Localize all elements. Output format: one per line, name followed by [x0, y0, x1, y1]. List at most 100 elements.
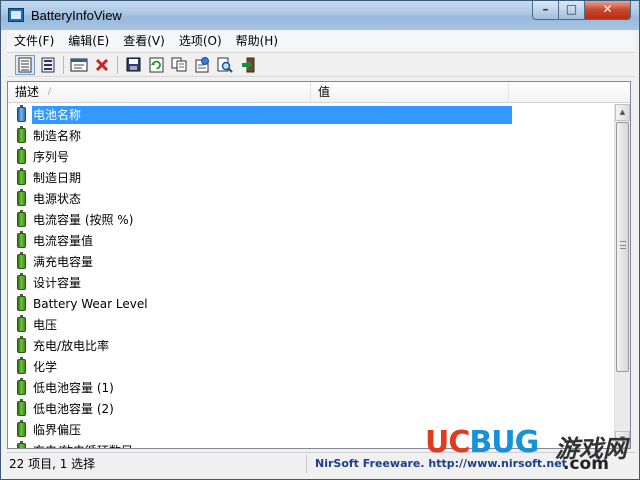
list-item[interactable]: 电流容量 (按照 %): [8, 209, 615, 230]
list-item-label: 电流容量 (按照 %): [33, 212, 134, 227]
exit-button[interactable]: [238, 55, 258, 75]
scroll-up-button[interactable]: ▲: [615, 104, 630, 121]
copy-button[interactable]: [169, 55, 189, 75]
list-item[interactable]: 电压: [8, 314, 615, 335]
list-item-label: 制造日期: [33, 170, 82, 185]
list-item-label: 充电/放电循环数目: [32, 442, 136, 449]
battery-icon: [17, 399, 26, 416]
battery-icon: [17, 294, 26, 311]
find-icon: [217, 57, 233, 73]
menu-help[interactable]: 帮助(H): [229, 31, 285, 51]
delete-button[interactable]: [92, 55, 112, 75]
scrollbar-thumb[interactable]: [616, 122, 629, 372]
battery-icon: [17, 315, 26, 332]
window-title: BatteryInfoView: [31, 8, 122, 23]
battery-log-mode-icon: [41, 57, 55, 72]
battery-icon: [17, 126, 26, 143]
delete-icon: [95, 58, 109, 71]
app-icon: [8, 8, 24, 22]
battery-icon: [17, 441, 26, 448]
vertical-scrollbar[interactable]: ▲ ▼: [614, 104, 630, 448]
battery-icon: [17, 252, 26, 269]
list-item[interactable]: 充电/放电比率: [8, 335, 615, 356]
list-item-label: 电池名称: [32, 105, 512, 124]
watermark-logo: UCBUG: [425, 425, 539, 460]
battery-info-mode-icon: [18, 57, 32, 72]
close-button[interactable]: ✕: [584, 1, 631, 20]
list-item-label: 低电池容量 (1): [33, 380, 114, 395]
menu-file[interactable]: 文件(F): [7, 31, 61, 51]
list-item-label: Battery Wear Level: [33, 296, 148, 311]
list-item-label: 临界偏压: [33, 422, 82, 437]
site-watermark: UCBUG 游戏网 .com: [425, 425, 639, 479]
battery-info-list[interactable]: 描述 / 值 电池名称制造名称序列号制造日期电源状态电流容量 (按照 %) 电流容…: [7, 81, 631, 449]
refresh-icon: [149, 57, 163, 72]
properties-button[interactable]: [69, 55, 89, 75]
list-item-label: 序列号: [33, 149, 70, 164]
list-item-label: 低电池容量 (2): [33, 401, 114, 416]
toolbar: [7, 52, 635, 77]
battery-info-mode-button[interactable]: [15, 54, 35, 75]
toolbar-separator: [63, 55, 64, 74]
save-button[interactable]: [123, 55, 143, 75]
column-header-value[interactable]: 值: [311, 82, 509, 103]
battery-icon: [17, 273, 26, 290]
column-header-description[interactable]: 描述 /: [8, 82, 311, 103]
list-item[interactable]: 电流容量值: [8, 230, 615, 251]
html-report-button[interactable]: [192, 55, 212, 75]
list-item[interactable]: 序列号: [8, 146, 615, 167]
list-item[interactable]: 低电池容量 (2): [8, 398, 615, 419]
battery-icon: [17, 189, 26, 206]
battery-icon: [17, 231, 26, 248]
watermark-bug: BUG: [469, 425, 539, 460]
scrollbar-grip-icon: [620, 241, 626, 249]
battery-icon: [17, 420, 26, 437]
list-item-label: 满充电容量: [33, 254, 94, 269]
status-item-count: 22 项目, 1 选择: [7, 454, 307, 473]
list-item[interactable]: 电池名称: [8, 104, 615, 125]
watermark-com: .com: [563, 454, 609, 474]
list-item-label: 电源状态: [33, 191, 82, 206]
battery-icon: [17, 336, 26, 353]
list-item[interactable]: 满充电容量: [8, 251, 615, 272]
list-item[interactable]: 低电池容量 (1): [8, 377, 615, 398]
list-rows: 电池名称制造名称序列号制造日期电源状态电流容量 (按照 %) 电流容量值满充电容量…: [8, 104, 615, 449]
sort-indicator-icon: /: [48, 87, 52, 97]
battery-icon: [17, 357, 26, 374]
list-item-label: 电压: [33, 317, 58, 332]
title-bar[interactable]: BatteryInfoView – □ ✕: [1, 1, 639, 30]
list-item[interactable]: Battery Wear Level: [8, 293, 615, 314]
list-item[interactable]: 设计容量: [8, 272, 615, 293]
list-item[interactable]: 化学: [8, 356, 615, 377]
watermark-uc: UC: [425, 425, 470, 460]
list-item-label: 化学: [33, 359, 58, 374]
list-item-label: 设计容量: [33, 275, 82, 290]
battery-icon: [17, 210, 26, 227]
menu-options[interactable]: 选项(O): [172, 31, 229, 51]
app-window: BatteryInfoView – □ ✕ 文件(F) 编辑(E) 查看(V) …: [0, 0, 640, 480]
save-icon: [126, 57, 140, 72]
copy-icon: [171, 57, 187, 72]
column-header-empty: [509, 82, 630, 103]
html-report-icon: [195, 56, 209, 72]
battery-log-mode-button[interactable]: [38, 55, 58, 75]
exit-icon: [242, 57, 255, 72]
menu-view[interactable]: 查看(V): [116, 31, 172, 51]
list-item[interactable]: 电源状态: [8, 188, 615, 209]
list-item[interactable]: 制造日期: [8, 167, 615, 188]
list-item-label: 电流容量值: [33, 233, 94, 248]
battery-icon: [17, 168, 26, 185]
list-item[interactable]: 制造名称: [8, 125, 615, 146]
menu-edit[interactable]: 编辑(E): [61, 31, 116, 51]
list-header: 描述 / 值: [8, 82, 630, 103]
properties-icon: [70, 58, 88, 71]
minimize-button[interactable]: –: [532, 1, 559, 20]
list-item-label: 制造名称: [33, 128, 82, 143]
list-item-label: 充电/放电比率: [33, 338, 110, 353]
battery-icon: [17, 378, 26, 395]
maximize-button[interactable]: □: [558, 1, 585, 20]
battery-icon: [17, 105, 26, 122]
refresh-button[interactable]: [146, 55, 166, 75]
battery-icon: [17, 147, 26, 164]
find-button[interactable]: [215, 55, 235, 75]
